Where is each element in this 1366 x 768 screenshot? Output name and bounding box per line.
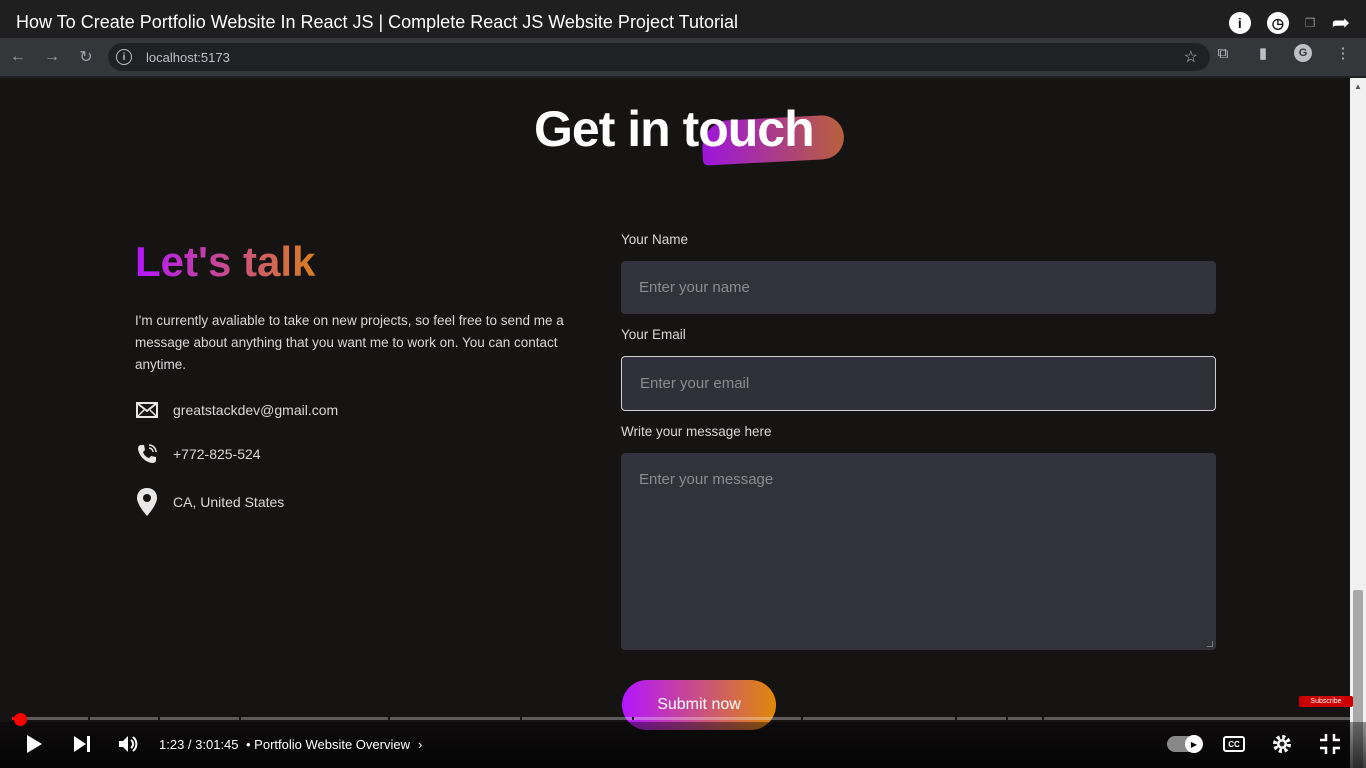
info-icon[interactable]: i: [1228, 12, 1251, 34]
page-scrollbar[interactable]: ▲: [1350, 78, 1366, 768]
chapter-marker: [520, 717, 522, 720]
contact-info: Let's talk I'm currently avaliable to ta…: [135, 238, 575, 516]
side-panel-icon[interactable]: ▮: [1254, 44, 1272, 62]
scroll-up-icon[interactable]: ▲: [1354, 82, 1362, 91]
progress-scrubber[interactable]: [14, 713, 27, 726]
message-textarea[interactable]: Enter your message: [621, 453, 1216, 650]
lets-talk-heading: Let's talk: [135, 238, 575, 286]
chapter-marker: [632, 717, 634, 720]
autoplay-play-icon: ▶: [1185, 735, 1203, 753]
video-title: How To Create Portfolio Website In React…: [16, 12, 738, 32]
time-display: 1:23 / 3:01:45: [159, 737, 239, 752]
name-label: Your Name: [621, 232, 689, 247]
contact-location: CA, United States: [135, 488, 575, 516]
phone-icon: [135, 442, 159, 466]
contact-section: Get in touch Let's talk I'm currently av…: [0, 78, 1350, 768]
next-icon[interactable]: [72, 735, 92, 753]
email-input[interactable]: Enter your email: [621, 356, 1216, 411]
message-placeholder: Enter your message: [639, 471, 774, 488]
exit-fullscreen-icon[interactable]: [1319, 733, 1341, 755]
site-info-icon[interactable]: i: [116, 49, 132, 65]
settings-icon[interactable]: [1271, 733, 1293, 755]
name-input[interactable]: Enter your name: [621, 261, 1216, 314]
profile-avatar[interactable]: G: [1294, 44, 1312, 62]
subscribe-watermark[interactable]: Subscribe: [1299, 696, 1353, 707]
mail-icon: [135, 398, 159, 422]
chapter-title-text: • Portfolio Website Overview: [246, 737, 410, 752]
chapter-marker: [388, 717, 390, 720]
chapter-marker: [1006, 717, 1008, 720]
video-top-controls: i ◷ ❐ ➦: [1228, 10, 1350, 36]
play-icon[interactable]: [24, 734, 44, 754]
page-title: Get in touch: [534, 101, 815, 157]
url-text[interactable]: localhost:5173: [146, 50, 230, 65]
resize-handle-icon[interactable]: [1207, 641, 1213, 647]
chapter-marker: [955, 717, 957, 720]
progress-bar[interactable]: [12, 717, 1352, 720]
section-heading: Get in touch: [534, 100, 854, 170]
bookmark-star-icon[interactable]: ☆: [1184, 47, 1198, 67]
contact-phone-text: +772-825-524: [173, 446, 261, 462]
captions-icon[interactable]: CC: [1223, 736, 1245, 752]
chapter-marker: [1042, 717, 1044, 720]
location-icon: [135, 488, 159, 516]
share-icon[interactable]: ➦: [1332, 10, 1350, 36]
restore-window-icon[interactable]: ❐: [1305, 16, 1316, 30]
address-bar[interactable]: i localhost:5173 ☆: [108, 43, 1210, 71]
email-label: Your Email: [621, 327, 686, 342]
contact-phone: +772-825-524: [135, 442, 575, 466]
back-icon[interactable]: ←: [2, 41, 34, 73]
extensions-icon[interactable]: ⧉: [1214, 44, 1232, 62]
chevron-right-icon: ›: [417, 737, 423, 752]
chapter-marker: [88, 717, 90, 720]
intro-text: I'm currently avaliable to take on new p…: [135, 313, 564, 372]
chapter-marker: [801, 717, 803, 720]
clock-icon[interactable]: ◷: [1266, 12, 1289, 34]
volume-icon[interactable]: [118, 734, 140, 754]
chapter-title[interactable]: • Portfolio Website Overview ›: [246, 737, 422, 752]
browser-chrome: How To Create Portfolio Website In React…: [0, 0, 1366, 78]
contact-email-text: greatstackdev@gmail.com: [173, 402, 339, 418]
menu-icon[interactable]: ⋮: [1334, 44, 1352, 62]
chapter-marker: [239, 717, 241, 720]
message-label: Write your message here: [621, 424, 772, 439]
contact-location-text: CA, United States: [173, 494, 285, 510]
toolbar-right-icons: ⧉ ▮ G ⋮: [1214, 44, 1352, 62]
forward-icon[interactable]: →: [36, 41, 68, 73]
contact-email: greatstackdev@gmail.com: [135, 398, 575, 422]
contact-form: Your Name Enter your name Your Email Ent…: [621, 232, 1217, 650]
reload-icon[interactable]: ↻: [70, 41, 102, 73]
chapter-marker: [158, 717, 160, 720]
